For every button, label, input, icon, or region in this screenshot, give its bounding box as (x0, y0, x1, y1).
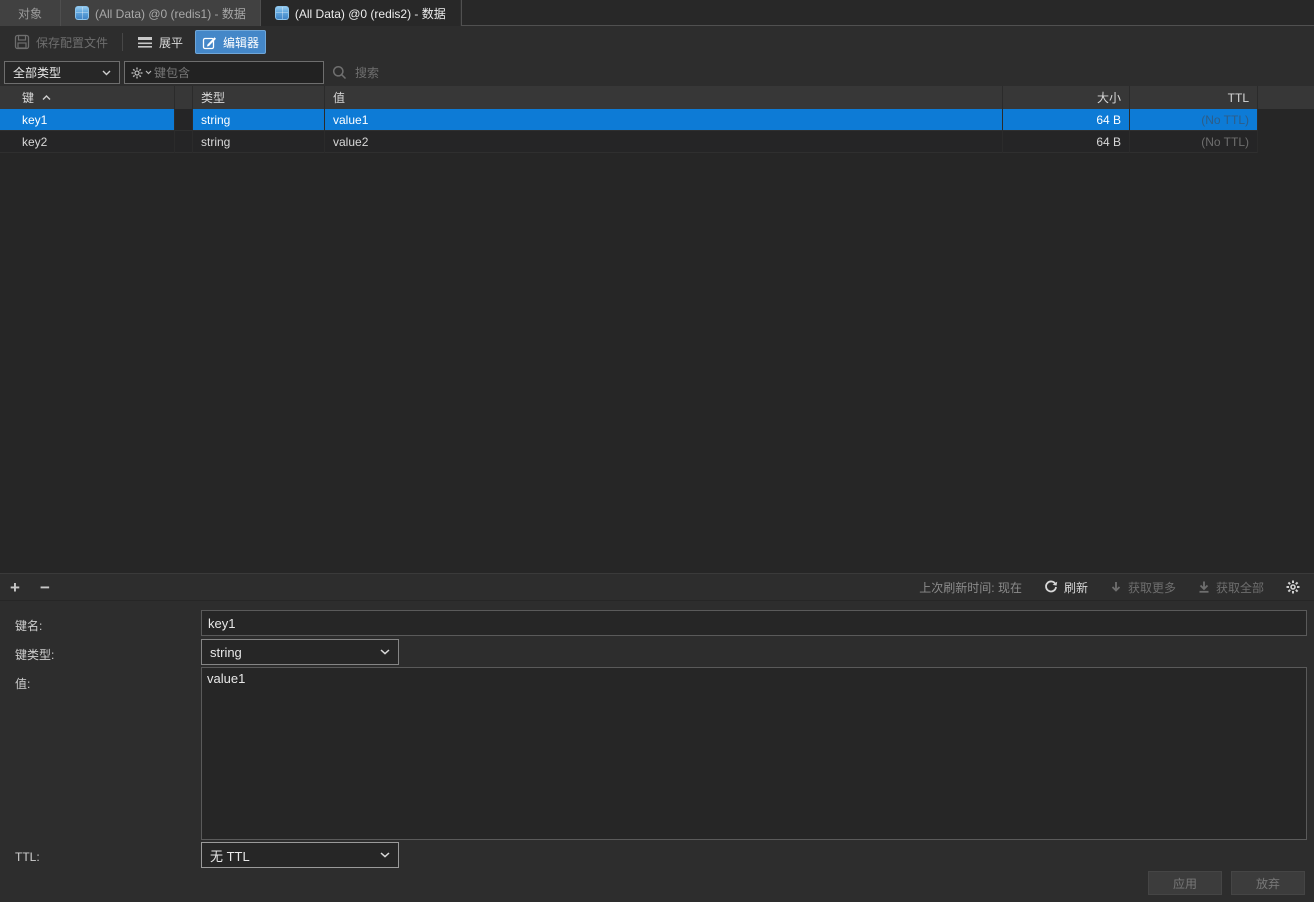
editor-label: 编辑器 (223, 34, 259, 51)
toolbar-separator (122, 33, 123, 51)
key-contains-input[interactable] (154, 66, 317, 80)
tab-redis1-data[interactable]: (All Data) @0 (redis1) - 数据 (61, 0, 261, 26)
save-floppy-icon (14, 34, 30, 50)
discard-button[interactable]: 放弃 (1231, 871, 1305, 895)
cell-ttl[interactable]: (No TTL) (1130, 109, 1258, 131)
table-row-key1[interactable]: key1 string value1 64 B (No TTL) (0, 109, 1258, 131)
search-input[interactable] (355, 66, 505, 80)
cell-type[interactable]: string (193, 131, 325, 153)
cell-size[interactable]: 64 B (1003, 131, 1130, 153)
save-profile-label: 保存配置文件 (36, 34, 108, 51)
key-type-label: 键类型: (15, 646, 54, 663)
column-header-spacer (175, 86, 193, 109)
chevron-down-icon (380, 852, 390, 858)
ttl-label: TTL: (15, 850, 40, 864)
tab-label: (All Data) @0 (redis2) - 数据 (295, 5, 446, 22)
apply-button[interactable]: 应用 (1148, 871, 1222, 895)
cell-key[interactable]: key2 (0, 131, 175, 153)
cell-size[interactable]: 64 B (1003, 109, 1130, 131)
column-header-size[interactable]: 大小 (1003, 86, 1130, 109)
editor-toggle-button[interactable]: 编辑器 (195, 30, 266, 54)
flatten-label: 展平 (159, 34, 183, 51)
add-row-button[interactable]: + (0, 579, 30, 596)
grid-settings-button[interactable] (1286, 580, 1300, 594)
ttl-select[interactable]: 无 TTL (201, 842, 399, 868)
cell-type[interactable]: string (193, 109, 325, 131)
type-filter-value: 全部类型 (13, 64, 61, 81)
column-header-type[interactable]: 类型 (193, 86, 325, 109)
database-grid-icon (275, 6, 289, 20)
cell-ttl[interactable]: (No TTL) (1130, 131, 1258, 153)
chevron-down-icon (145, 70, 152, 75)
cell-key[interactable]: key1 (0, 109, 175, 131)
sort-ascending-icon (42, 95, 51, 101)
data-grid: 键 类型 值 大小 TTL key1 string value1 64 B (N… (0, 86, 1314, 573)
cell-value[interactable]: value1 (325, 109, 1003, 131)
column-header-ttl[interactable]: TTL (1130, 86, 1258, 109)
tab-objects[interactable]: 对象 (0, 0, 61, 26)
grid-toolbar: + − 上次刷新时间: 现在 刷新 获取更多 (0, 573, 1314, 601)
flatten-lines-icon (137, 35, 153, 49)
table-row-key2[interactable]: key2 string value2 64 B (No TTL) (0, 131, 1258, 153)
cell-spacer (175, 109, 193, 131)
app-window: 对象 (All Data) @0 (redis1) - 数据 (All Data… (0, 0, 1314, 902)
gear-icon (1286, 580, 1300, 594)
value-textarea[interactable]: value1 (201, 667, 1307, 840)
key-type-filter-select[interactable]: 全部类型 (4, 61, 120, 84)
key-type-select[interactable]: string (201, 639, 399, 665)
filter-bar: 全部类型 (0, 58, 1314, 86)
fetch-more-button[interactable]: 获取更多 (1110, 579, 1176, 596)
arrow-down-icon (1110, 581, 1122, 593)
tab-label: (All Data) @0 (redis1) - 数据 (95, 5, 246, 22)
remove-row-button[interactable]: − (30, 579, 60, 596)
key-name-label: 键名: (15, 617, 42, 634)
fetch-all-button[interactable]: 获取全部 (1198, 579, 1264, 596)
tabbar-empty-area (461, 0, 1314, 26)
main-toolbar: 保存配置文件 展平 编辑器 (0, 26, 1314, 58)
column-header-key[interactable]: 键 (0, 86, 175, 109)
editor-pencil-icon (202, 35, 217, 50)
key-editor-panel: 键名: 键类型: string 值: value1 TTL: 无 TTL 应用 … (0, 601, 1314, 902)
refresh-button[interactable]: 刷新 (1044, 579, 1088, 596)
database-grid-icon (75, 6, 89, 20)
chevron-down-icon (102, 70, 111, 76)
search-box[interactable] (332, 61, 505, 84)
search-icon (332, 65, 347, 80)
cell-value[interactable]: value2 (325, 131, 1003, 153)
key-contains-filter[interactable] (124, 61, 324, 84)
save-profile-button[interactable]: 保存配置文件 (8, 30, 114, 54)
refresh-icon (1044, 580, 1058, 594)
arrow-down-to-bar-icon (1198, 581, 1210, 593)
grid-header-row: 键 类型 值 大小 TTL (0, 86, 1314, 109)
last-refresh-text: 上次刷新时间: 现在 (919, 579, 1022, 596)
flatten-button[interactable]: 展平 (131, 30, 189, 54)
value-label: 值: (15, 675, 30, 692)
tab-label: 对象 (18, 5, 42, 22)
tab-redis2-data[interactable]: (All Data) @0 (redis2) - 数据 (261, 0, 461, 26)
tab-bar: 对象 (All Data) @0 (redis1) - 数据 (All Data… (0, 0, 1314, 26)
gear-icon (131, 67, 143, 79)
chevron-down-icon (380, 649, 390, 655)
cell-spacer (175, 131, 193, 153)
key-name-input[interactable] (201, 610, 1307, 636)
column-header-value[interactable]: 值 (325, 86, 1003, 109)
